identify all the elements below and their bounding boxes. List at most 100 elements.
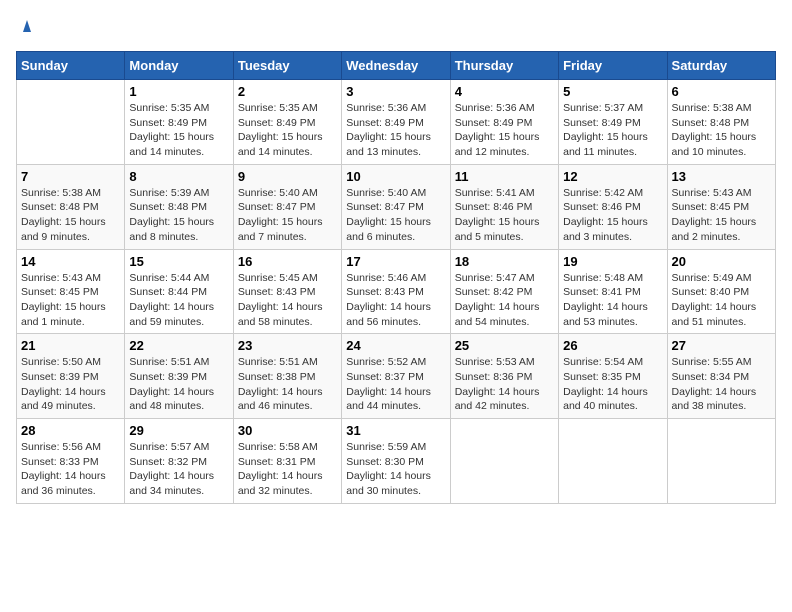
day-info: Sunrise: 5:52 AMSunset: 8:37 PMDaylight:… [346,355,445,414]
calendar-cell: 25 Sunrise: 5:53 AMSunset: 8:36 PMDayligh… [450,334,558,419]
day-number: 22 [129,338,228,353]
day-number: 6 [672,84,771,99]
day-info: Sunrise: 5:44 AMSunset: 8:44 PMDaylight:… [129,271,228,330]
day-info: Sunrise: 5:58 AMSunset: 8:31 PMDaylight:… [238,440,337,499]
day-number: 3 [346,84,445,99]
day-info: Sunrise: 5:47 AMSunset: 8:42 PMDaylight:… [455,271,554,330]
calendar-cell: 30 Sunrise: 5:58 AMSunset: 8:31 PMDayligh… [233,419,341,504]
calendar-week-4: 21 Sunrise: 5:50 AMSunset: 8:39 PMDayligh… [17,334,776,419]
column-header-thursday: Thursday [450,52,558,80]
day-number: 20 [672,254,771,269]
day-number: 14 [21,254,120,269]
calendar-cell: 26Sunrise: 5:54 AMSunset: 8:35 PMDayligh… [559,334,667,419]
day-info: Sunrise: 5:57 AMSunset: 8:32 PMDaylight:… [129,440,228,499]
calendar-cell: 4 Sunrise: 5:36 AMSunset: 8:49 PMDaylight… [450,80,558,165]
calendar-cell: 17Sunrise: 5:46 AMSunset: 8:43 PMDayligh… [342,249,450,334]
calendar-cell: 22 Sunrise: 5:51 AMSunset: 8:39 PMDayligh… [125,334,233,419]
day-info: Sunrise: 5:40 AMSunset: 8:47 PMDaylight:… [346,186,445,245]
day-info: Sunrise: 5:51 AMSunset: 8:39 PMDaylight:… [129,355,228,414]
day-info: Sunrise: 5:43 AMSunset: 8:45 PMDaylight:… [672,186,771,245]
calendar-cell [17,80,125,165]
day-info: Sunrise: 5:48 AMSunset: 8:41 PMDaylight:… [563,271,662,330]
day-info: Sunrise: 5:38 AMSunset: 8:48 PMDaylight:… [21,186,120,245]
day-number: 13 [672,169,771,184]
day-info: Sunrise: 5:36 AMSunset: 8:49 PMDaylight:… [455,101,554,160]
day-info: Sunrise: 5:42 AMSunset: 8:46 PMDaylight:… [563,186,662,245]
day-number: 1 [129,84,228,99]
calendar-cell [667,419,775,504]
day-number: 16 [238,254,337,269]
day-number: 7 [21,169,120,184]
calendar-cell: 11 Sunrise: 5:41 AMSunset: 8:46 PMDayligh… [450,164,558,249]
calendar-week-2: 7 Sunrise: 5:38 AMSunset: 8:48 PMDaylight… [17,164,776,249]
day-number: 9 [238,169,337,184]
calendar-cell: 29 Sunrise: 5:57 AMSunset: 8:32 PMDayligh… [125,419,233,504]
day-number: 23 [238,338,337,353]
calendar-cell: 21 Sunrise: 5:50 AMSunset: 8:39 PMDayligh… [17,334,125,419]
column-header-wednesday: Wednesday [342,52,450,80]
day-number: 30 [238,423,337,438]
calendar-week-5: 28 Sunrise: 5:56 AMSunset: 8:33 PMDayligh… [17,419,776,504]
column-header-monday: Monday [125,52,233,80]
calendar-cell: 15 Sunrise: 5:44 AMSunset: 8:44 PMDayligh… [125,249,233,334]
day-info: Sunrise: 5:40 AMSunset: 8:47 PMDaylight:… [238,186,337,245]
day-number: 11 [455,169,554,184]
day-info: Sunrise: 5:38 AMSunset: 8:48 PMDaylight:… [672,101,771,160]
calendar-cell: 14 Sunrise: 5:43 AMSunset: 8:45 PMDayligh… [17,249,125,334]
calendar-cell: 12 Sunrise: 5:42 AMSunset: 8:46 PMDayligh… [559,164,667,249]
column-header-sunday: Sunday [17,52,125,80]
calendar-cell: 27Sunrise: 5:55 AMSunset: 8:34 PMDayligh… [667,334,775,419]
calendar-week-3: 14 Sunrise: 5:43 AMSunset: 8:45 PMDayligh… [17,249,776,334]
calendar-cell: 5 Sunrise: 5:37 AMSunset: 8:49 PMDaylight… [559,80,667,165]
day-info: Sunrise: 5:43 AMSunset: 8:45 PMDaylight:… [21,271,120,330]
calendar-cell: 20 Sunrise: 5:49 AMSunset: 8:40 PMDayligh… [667,249,775,334]
day-info: Sunrise: 5:36 AMSunset: 8:49 PMDaylight:… [346,101,445,160]
calendar-cell: 7 Sunrise: 5:38 AMSunset: 8:48 PMDaylight… [17,164,125,249]
day-info: Sunrise: 5:35 AMSunset: 8:49 PMDaylight:… [238,101,337,160]
day-info: Sunrise: 5:45 AMSunset: 8:43 PMDaylight:… [238,271,337,330]
calendar-cell: 2Sunrise: 5:35 AMSunset: 8:49 PMDaylight… [233,80,341,165]
calendar-week-1: 1 Sunrise: 5:35 AMSunset: 8:49 PMDaylight… [17,80,776,165]
day-info: Sunrise: 5:56 AMSunset: 8:33 PMDaylight:… [21,440,120,499]
calendar-cell: 9 Sunrise: 5:40 AMSunset: 8:47 PMDaylight… [233,164,341,249]
day-number: 28 [21,423,120,438]
day-number: 15 [129,254,228,269]
calendar-cell: 28 Sunrise: 5:56 AMSunset: 8:33 PMDayligh… [17,419,125,504]
page-header [16,16,776,39]
calendar-cell [450,419,558,504]
day-info: Sunrise: 5:59 AMSunset: 8:30 PMDaylight:… [346,440,445,499]
day-info: Sunrise: 5:41 AMSunset: 8:46 PMDaylight:… [455,186,554,245]
day-info: Sunrise: 5:37 AMSunset: 8:49 PMDaylight:… [563,101,662,160]
day-info: Sunrise: 5:51 AMSunset: 8:38 PMDaylight:… [238,355,337,414]
calendar-cell: 19 Sunrise: 5:48 AMSunset: 8:41 PMDayligh… [559,249,667,334]
day-number: 10 [346,169,445,184]
day-number: 29 [129,423,228,438]
day-number: 8 [129,169,228,184]
day-info: Sunrise: 5:54 AMSunset: 8:35 PMDaylight:… [563,355,662,414]
day-number: 21 [21,338,120,353]
day-number: 17 [346,254,445,269]
day-info: Sunrise: 5:53 AMSunset: 8:36 PMDaylight:… [455,355,554,414]
day-info: Sunrise: 5:49 AMSunset: 8:40 PMDaylight:… [672,271,771,330]
logo [16,16,36,39]
day-info: Sunrise: 5:39 AMSunset: 8:48 PMDaylight:… [129,186,228,245]
calendar-cell: 16 Sunrise: 5:45 AMSunset: 8:43 PMDayligh… [233,249,341,334]
column-header-saturday: Saturday [667,52,775,80]
calendar-cell: 23 Sunrise: 5:51 AMSunset: 8:38 PMDayligh… [233,334,341,419]
day-number: 18 [455,254,554,269]
day-number: 25 [455,338,554,353]
calendar-cell: 24Sunrise: 5:52 AMSunset: 8:37 PMDayligh… [342,334,450,419]
day-info: Sunrise: 5:50 AMSunset: 8:39 PMDaylight:… [21,355,120,414]
day-number: 4 [455,84,554,99]
column-header-friday: Friday [559,52,667,80]
day-number: 27 [672,338,771,353]
logo-triangle-icon [18,16,36,34]
day-number: 12 [563,169,662,184]
calendar-cell: 18 Sunrise: 5:47 AMSunset: 8:42 PMDayligh… [450,249,558,334]
day-info: Sunrise: 5:35 AMSunset: 8:49 PMDaylight:… [129,101,228,160]
calendar-cell: 31Sunrise: 5:59 AMSunset: 8:30 PMDayligh… [342,419,450,504]
calendar-cell: 3 Sunrise: 5:36 AMSunset: 8:49 PMDaylight… [342,80,450,165]
day-number: 19 [563,254,662,269]
calendar-cell: 6 Sunrise: 5:38 AMSunset: 8:48 PMDaylight… [667,80,775,165]
day-number: 5 [563,84,662,99]
